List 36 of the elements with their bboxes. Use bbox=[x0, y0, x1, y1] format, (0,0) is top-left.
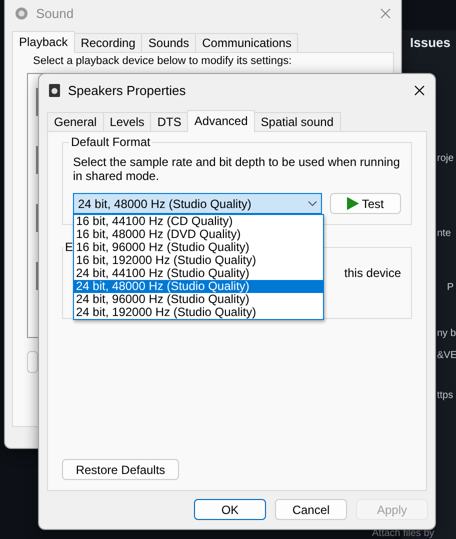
text-fragment: roje bbox=[437, 153, 454, 164]
tab[interactable]: Communications bbox=[195, 33, 298, 53]
description-text: Select the sample rate and bit depth to be used when running in shared mode. bbox=[73, 155, 401, 183]
close-icon[interactable] bbox=[414, 84, 425, 96]
restore-defaults-button[interactable]: Restore Defaults bbox=[62, 459, 179, 480]
window-title: Sound bbox=[36, 6, 75, 20]
dropdown-option[interactable]: 16 bit, 48000 Hz (DVD Quality) bbox=[74, 228, 323, 241]
chevron-icon bbox=[308, 201, 317, 206]
play-icon bbox=[346, 197, 359, 210]
section-heading: Issues bbox=[410, 35, 450, 50]
configure-button[interactable] bbox=[27, 351, 38, 373]
tab[interactable]: General bbox=[47, 112, 104, 132]
dropdown-option[interactable]: 24 bit, 48000 Hz (Studio Quality) bbox=[74, 280, 323, 293]
text-fragment: nte bbox=[437, 228, 451, 239]
dropdown-option[interactable]: 16 bit, 44100 Hz (CD Quality) bbox=[74, 215, 323, 228]
text-fragment: P bbox=[447, 282, 454, 293]
dropdown-option[interactable]: 16 bit, 192000 Hz (Studio Quality) bbox=[74, 254, 323, 267]
text-fragment: ny b bbox=[437, 328, 456, 339]
tab[interactable]: Spatial sound bbox=[254, 112, 340, 132]
text-fragment: ttps bbox=[437, 390, 454, 401]
group-title: Default Format bbox=[69, 135, 152, 149]
format-dropdown[interactable]: 24 bit, 48000 Hz (Studio Quality) bbox=[73, 193, 322, 214]
speaker-icon bbox=[49, 84, 60, 96]
option-text: this device bbox=[344, 266, 401, 282]
dropdown-option[interactable]: 16 bit, 96000 Hz (Studio Quality) bbox=[74, 241, 323, 254]
tab[interactable]: Playback bbox=[12, 31, 75, 53]
dialog-button[interactable]: OK bbox=[194, 499, 266, 520]
dropdown-option[interactable]: 24 bit, 192000 Hz (Studio Quality) bbox=[74, 306, 323, 319]
speaker-icon bbox=[15, 6, 28, 20]
tab[interactable]: Advanced bbox=[187, 110, 255, 132]
dialog-button[interactable]: Cancel bbox=[275, 499, 347, 520]
window-title: Speakers Properties bbox=[68, 82, 187, 98]
dropdown-option[interactable]: 24 bit, 44100 Hz (Studio Quality) bbox=[74, 267, 323, 280]
test-button[interactable]: Test bbox=[330, 193, 401, 214]
instruction-text: Select a playback device below to modify its settings: bbox=[33, 55, 293, 67]
dropdown-option[interactable]: 24 bit, 96000 Hz (Studio Quality) bbox=[74, 293, 323, 306]
